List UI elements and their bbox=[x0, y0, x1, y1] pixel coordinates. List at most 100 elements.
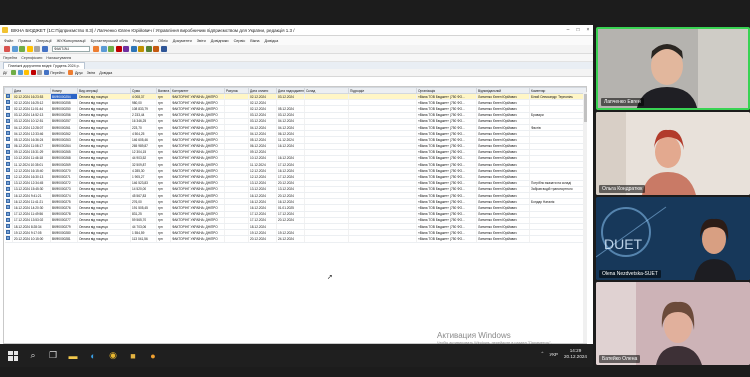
warehouse-icon[interactable] bbox=[145, 46, 152, 52]
filter-icon[interactable] bbox=[37, 70, 43, 75]
participant-tile[interactable]: DUET Olena Nezdvetska-SUET bbox=[596, 197, 750, 280]
cash-icon[interactable] bbox=[153, 46, 159, 52]
chrome-icon[interactable]: ◉ bbox=[106, 349, 120, 363]
file-explorer-icon[interactable]: ▬ bbox=[66, 349, 80, 363]
table-cell[interactable]: ФАКТОРІНГ УКРАЇНА: ДНІПРО bbox=[170, 235, 225, 243]
maximize-button[interactable]: □ bbox=[573, 25, 583, 36]
row-status-cell[interactable] bbox=[4, 235, 13, 243]
menu-item[interactable]: Операції bbox=[36, 39, 51, 43]
clock[interactable]: 14:29 20.12.2024 bbox=[564, 348, 587, 360]
bank-icon[interactable] bbox=[138, 46, 144, 52]
svg-text:DUET: DUET bbox=[604, 236, 643, 252]
1c-icon[interactable]: ● bbox=[146, 349, 160, 363]
close-button[interactable]: × bbox=[583, 25, 593, 36]
settings-menu[interactable]: Налаштування bbox=[46, 56, 71, 60]
menu-item[interactable]: Довідники bbox=[211, 39, 229, 43]
add-icon[interactable] bbox=[11, 70, 17, 75]
cut-icon[interactable] bbox=[26, 46, 33, 52]
document-posted-icon bbox=[5, 230, 10, 235]
menu-item[interactable]: Довідка bbox=[265, 39, 279, 43]
calendar-icon[interactable] bbox=[108, 46, 114, 52]
tray-chevron-icon[interactable]: ⌃ bbox=[540, 351, 544, 357]
minimize-button[interactable]: – bbox=[563, 25, 573, 36]
sort-icon[interactable] bbox=[43, 70, 49, 75]
help-icon[interactable] bbox=[160, 46, 167, 52]
copy-icon[interactable] bbox=[34, 46, 40, 52]
document-posted-icon bbox=[5, 193, 10, 198]
windows-icon[interactable] bbox=[6, 349, 20, 363]
participant-tile[interactable]: Батейко Олена bbox=[596, 282, 750, 365]
menu-item[interactable]: Бухгалтерський облік bbox=[91, 39, 128, 43]
table-cell[interactable] bbox=[348, 235, 417, 243]
goto-menu[interactable]: Перейти bbox=[3, 56, 17, 60]
menu-item[interactable]: Звіти bbox=[197, 39, 206, 43]
find-icon[interactable] bbox=[93, 46, 99, 52]
table-cell[interactable]: Оплата від покупця bbox=[77, 235, 131, 243]
participant-tile[interactable]: Ольга Кондратюк bbox=[596, 112, 750, 195]
table-cell[interactable]: Лапченко Євген Юрійович bbox=[476, 235, 530, 243]
table-scrollbar[interactable] bbox=[583, 92, 587, 343]
scroll-thumb[interactable] bbox=[583, 94, 587, 122]
help-button[interactable]: Довідка bbox=[99, 71, 112, 75]
task-view-icon[interactable]: ❐ bbox=[46, 349, 60, 363]
document-posted-icon bbox=[5, 149, 10, 154]
new-doc-icon[interactable] bbox=[4, 46, 10, 52]
table-cell[interactable]: 20.12.2024 10:15:00 bbox=[12, 235, 51, 243]
table-cell[interactable] bbox=[224, 235, 249, 243]
window-title: ВІКНА БЮДЖЕТ (1С:Підприємство 8.3) / Лап… bbox=[11, 27, 295, 33]
document-posted-icon bbox=[5, 186, 10, 191]
paste-icon[interactable] bbox=[41, 46, 48, 52]
menu-item[interactable]: Вікна bbox=[250, 39, 259, 43]
table-cell[interactable]: 113 041,56 bbox=[130, 235, 157, 243]
menu-item[interactable]: Файл bbox=[4, 39, 13, 43]
table-cell[interactable] bbox=[304, 235, 349, 243]
main-toolbar: ФАКТ/АЧ bbox=[0, 45, 593, 54]
menu-item[interactable]: Облік bbox=[158, 39, 168, 43]
actions-menu[interactable]: Дії bbox=[3, 71, 7, 75]
reports-button[interactable]: Звіти bbox=[87, 71, 96, 75]
edge-icon[interactable]: ◐ bbox=[86, 349, 100, 363]
language-indicator[interactable]: УКР bbox=[549, 352, 558, 357]
participant-video bbox=[596, 112, 750, 195]
table-cell[interactable]: 24.12.2024 bbox=[276, 235, 305, 243]
table-cell[interactable]: грн bbox=[156, 235, 171, 243]
open-icon[interactable] bbox=[11, 46, 18, 52]
print-button[interactable]: Друк bbox=[75, 71, 83, 75]
table-cell[interactable] bbox=[529, 235, 586, 243]
search-icon[interactable]: ⌕ bbox=[26, 349, 40, 363]
report-icon[interactable] bbox=[130, 46, 137, 52]
edit-icon[interactable] bbox=[24, 70, 30, 75]
menu-item[interactable]: Розрахунки bbox=[133, 39, 153, 43]
table-cell[interactable]: «Вікна ТОВ Бюджет» (750 ФО... bbox=[416, 235, 477, 243]
system-tray: ⌃ УКР 14:29 20.12.2024 bbox=[540, 348, 587, 360]
copy-row-icon[interactable] bbox=[17, 70, 23, 75]
shared-screen: ВІКНА БЮДЖЕТ (1С:Підприємство 8.3) / Лап… bbox=[0, 25, 593, 367]
table-cell[interactable]: ВКФ0000281 bbox=[50, 235, 78, 243]
delete-icon[interactable] bbox=[30, 70, 36, 75]
menu-item[interactable]: ЖУ/Консультації bbox=[57, 39, 86, 43]
tab-payment-orders[interactable]: Платіжні доручення вхідні: Грудень 2024 … bbox=[3, 62, 85, 69]
document-posted-icon bbox=[5, 199, 10, 204]
menu-item[interactable]: Сервіс bbox=[234, 39, 246, 43]
save-icon[interactable] bbox=[19, 46, 25, 52]
table-body: 02.12.2024 16:23:53 ВКФ0000254 Оплата від … bbox=[4, 93, 586, 243]
participant-tile[interactable]: Лапченко Евген bbox=[596, 27, 750, 110]
mouse-pointer-icon: ➚ bbox=[327, 274, 333, 281]
table-row[interactable]: 20.12.2024 10:15:00 ВКФ0000281 Оплата від … bbox=[4, 235, 586, 243]
menu-item[interactable]: Документи bbox=[173, 39, 192, 43]
table-cell[interactable]: 20.12.2024 bbox=[248, 235, 277, 243]
calc-icon[interactable] bbox=[100, 46, 107, 52]
search-input[interactable]: ФАКТ/АЧ bbox=[52, 46, 90, 52]
goto-button[interactable]: Перейти bbox=[50, 71, 64, 75]
refresh-icon[interactable] bbox=[68, 70, 74, 75]
journal-icon[interactable] bbox=[123, 46, 129, 52]
stop-icon[interactable] bbox=[115, 46, 122, 52]
main-menu: Файл Правка Операції ЖУ/Консультації Бухгалт… bbox=[0, 36, 593, 45]
participant-name: Olena Nezdvetska-SUET bbox=[599, 270, 661, 278]
menu-item[interactable]: Правка bbox=[18, 39, 31, 43]
folder-icon[interactable]: ■ bbox=[126, 349, 140, 363]
certificates-menu[interactable]: Сертифікати bbox=[21, 56, 42, 60]
document-posted-icon bbox=[5, 174, 10, 179]
settlements-toolbar: Перейти Сертифікати Налаштування bbox=[0, 54, 593, 62]
payments-table: Дата Номер Вид операції Сума Валюта Контраген… bbox=[3, 86, 587, 344]
